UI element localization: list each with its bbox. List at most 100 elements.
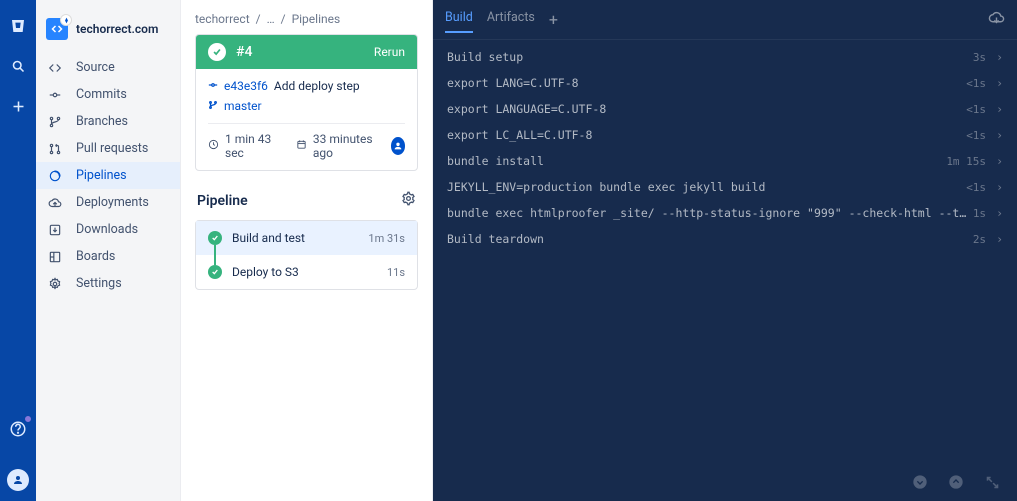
cloud-up-icon xyxy=(46,196,64,210)
nav-pipelines[interactable]: Pipelines xyxy=(36,162,180,189)
global-rail xyxy=(0,0,36,501)
step-build-and-test[interactable]: Build and test 1m 31s xyxy=(196,221,417,255)
step-label: Build and test xyxy=(232,231,358,245)
scroll-down-icon[interactable] xyxy=(911,473,929,491)
tab-artifacts[interactable]: Artifacts xyxy=(487,6,535,33)
nav-deployments[interactable]: Deployments xyxy=(36,189,180,216)
tab-build[interactable]: Build xyxy=(445,6,473,33)
run-number: #4 xyxy=(236,44,364,60)
crumb-project[interactable]: techorrect xyxy=(195,12,250,26)
breadcrumbs: techorrect / … / Pipelines xyxy=(195,12,418,26)
nav-source[interactable]: Source xyxy=(36,54,180,81)
step-list: Build and test 1m 31s Deploy to S3 11s xyxy=(195,220,418,290)
triggered-by-avatar[interactable] xyxy=(391,137,405,155)
commit-line: e43e3f6 Add deploy step xyxy=(208,79,405,93)
success-check-icon xyxy=(208,265,222,279)
fullscreen-icon[interactable] xyxy=(983,473,1001,491)
clock-icon xyxy=(208,139,219,153)
nav-label: Settings xyxy=(76,276,122,291)
chevron-right-icon: › xyxy=(996,206,1003,220)
log-command: bundle install xyxy=(447,154,946,168)
code-icon xyxy=(46,61,64,75)
user-avatar[interactable] xyxy=(7,469,29,491)
log-command: Build setup xyxy=(447,50,973,64)
download-icon xyxy=(46,223,64,237)
pipeline-header: Pipeline xyxy=(197,191,416,210)
log-time: <1s xyxy=(966,103,986,116)
log-row[interactable]: JEKYLL_ENV=production bundle exec jekyll… xyxy=(433,174,1017,200)
terminal-tabs: Build Artifacts + xyxy=(433,0,1017,40)
log-row[interactable]: bundle exec htmlproofer _site/ --http-st… xyxy=(433,200,1017,226)
success-check-icon xyxy=(208,43,226,61)
log-command: Build teardown xyxy=(447,232,973,246)
crumb-current[interactable]: Pipelines xyxy=(292,12,341,26)
log-time: <1s xyxy=(966,129,986,142)
log-row[interactable]: export LC_ALL=C.UTF-8 <1s › xyxy=(433,122,1017,148)
terminal-pane: Build Artifacts + Build setup 3s › expor… xyxy=(433,0,1017,501)
branch-icon xyxy=(208,99,218,113)
log-row[interactable]: Build teardown 2s › xyxy=(433,226,1017,252)
success-check-icon xyxy=(208,231,222,245)
commit-hash[interactable]: e43e3f6 xyxy=(224,79,268,93)
log-row[interactable]: export LANGUAGE=C.UTF-8 <1s › xyxy=(433,96,1017,122)
terminal-footer xyxy=(433,463,1017,501)
gear-icon xyxy=(46,277,64,291)
log-row[interactable]: bundle install 1m 15s › xyxy=(433,148,1017,174)
run-panel: techorrect / … / Pipelines #4 Rerun e43e… xyxy=(181,0,433,501)
bitbucket-logo[interactable] xyxy=(6,14,30,38)
step-label: Deploy to S3 xyxy=(232,265,377,279)
run-card: #4 Rerun e43e3f6 Add deploy step master … xyxy=(195,34,418,171)
nav-label: Deployments xyxy=(76,195,149,210)
nav-label: Pull requests xyxy=(76,141,148,156)
help-icon[interactable] xyxy=(6,417,30,441)
commit-icon xyxy=(46,88,64,102)
plus-icon[interactable] xyxy=(6,94,30,118)
log-command: export LC_ALL=C.UTF-8 xyxy=(447,128,966,142)
log-time: 1s xyxy=(973,207,986,220)
log-command: export LANGUAGE=C.UTF-8 xyxy=(447,102,966,116)
scroll-up-icon[interactable] xyxy=(947,473,965,491)
duration: 1 min 43 sec xyxy=(225,132,279,160)
notification-dot xyxy=(24,415,32,423)
nav-pull-requests[interactable]: Pull requests xyxy=(36,135,180,162)
add-tab-icon[interactable]: + xyxy=(549,12,558,28)
nav-settings[interactable]: Settings xyxy=(36,270,180,297)
nav-label: Downloads xyxy=(76,222,138,237)
cloud-download-icon[interactable] xyxy=(988,9,1005,30)
log-time: <1s xyxy=(966,77,986,90)
board-icon xyxy=(46,250,64,264)
log-row[interactable]: export LANG=C.UTF-8 <1s › xyxy=(433,70,1017,96)
repo-sidebar: techorrect.com Source Commits Branches P… xyxy=(36,0,181,501)
log-command: JEKYLL_ENV=production bundle exec jekyll… xyxy=(447,180,966,194)
relative-time: 33 minutes ago xyxy=(313,132,379,160)
nav-label: Boards xyxy=(76,249,115,264)
nav-boards[interactable]: Boards xyxy=(36,243,180,270)
chevron-right-icon: › xyxy=(996,102,1003,116)
step-time: 1m 31s xyxy=(368,232,405,245)
commit-message: Add deploy step xyxy=(274,79,360,93)
crumb-sep: / xyxy=(256,12,261,26)
run-card-header: #4 Rerun xyxy=(196,35,417,69)
search-icon[interactable] xyxy=(6,54,30,78)
log-row[interactable]: Build setup 3s › xyxy=(433,44,1017,70)
rerun-button[interactable]: Rerun xyxy=(374,45,405,59)
step-deploy-to-s3[interactable]: Deploy to S3 11s xyxy=(196,255,417,289)
log-time: 3s xyxy=(973,51,986,64)
pr-icon xyxy=(46,142,64,156)
pipeline-icon xyxy=(46,169,64,183)
chevron-right-icon: › xyxy=(996,128,1003,142)
chevron-right-icon: › xyxy=(996,154,1003,168)
step-time: 11s xyxy=(387,266,405,279)
repo-header[interactable]: techorrect.com xyxy=(36,14,180,54)
nav-downloads[interactable]: Downloads xyxy=(36,216,180,243)
commit-icon xyxy=(208,79,218,93)
log-time: 1m 15s xyxy=(946,155,986,168)
gear-icon[interactable] xyxy=(401,191,416,210)
branch-name[interactable]: master xyxy=(224,99,262,113)
crumb-mid[interactable]: … xyxy=(267,12,275,26)
log-command: export LANG=C.UTF-8 xyxy=(447,76,966,90)
nav-commits[interactable]: Commits xyxy=(36,81,180,108)
nav-label: Branches xyxy=(76,114,128,129)
nav-branches[interactable]: Branches xyxy=(36,108,180,135)
chevron-right-icon: › xyxy=(996,180,1003,194)
